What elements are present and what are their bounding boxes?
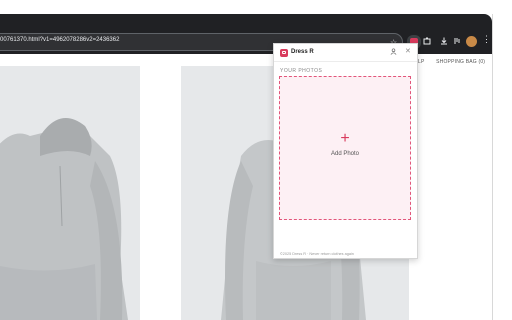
dress-r-popup: Dress R ✕ YOUR PHOTOS + Add Photo ©2025 … xyxy=(273,43,418,259)
add-photo-dropzone[interactable]: + Add Photo xyxy=(279,76,411,220)
user-icon[interactable] xyxy=(390,48,397,57)
media-icon[interactable] xyxy=(453,37,461,48)
product-photo-hoodie-front[interactable] xyxy=(0,66,140,320)
nav-shopping-bag-link[interactable]: SHOPPING BAG (0) xyxy=(436,59,485,65)
nav-help-link[interactable]: LP xyxy=(418,59,425,65)
close-icon[interactable]: ✕ xyxy=(405,47,411,55)
brand-name: Dress R xyxy=(291,49,314,55)
url-text: 00761370.html?v1=4962078286v2=2436362 xyxy=(0,37,120,43)
browser-window: 00761370.html?v1=4962078286v2=2436362 ☆ … xyxy=(0,14,493,320)
download-icon[interactable] xyxy=(440,37,448,48)
extension-icon[interactable] xyxy=(423,37,431,48)
desktop-background xyxy=(492,0,512,320)
add-photo-label: Add Photo xyxy=(330,151,360,157)
web-page: LP SHOPPING BAG (0) xyxy=(0,54,492,320)
browser-toolbar: 00761370.html?v1=4962078286v2=2436362 ☆ … xyxy=(0,30,492,54)
site-nav: LP SHOPPING BAG (0) xyxy=(418,59,492,65)
popup-header: Dress R ✕ xyxy=(274,44,417,62)
plus-icon: + xyxy=(340,130,350,147)
section-label: YOUR PHOTOS xyxy=(280,68,323,74)
footer-text: ©2025 Dress R · Never return clothes aga… xyxy=(280,252,354,256)
dress-r-logo-icon xyxy=(280,49,288,57)
profile-avatar-icon[interactable] xyxy=(466,36,477,47)
tab-strip xyxy=(0,14,492,30)
menu-icon[interactable]: ⋮ xyxy=(482,34,491,44)
